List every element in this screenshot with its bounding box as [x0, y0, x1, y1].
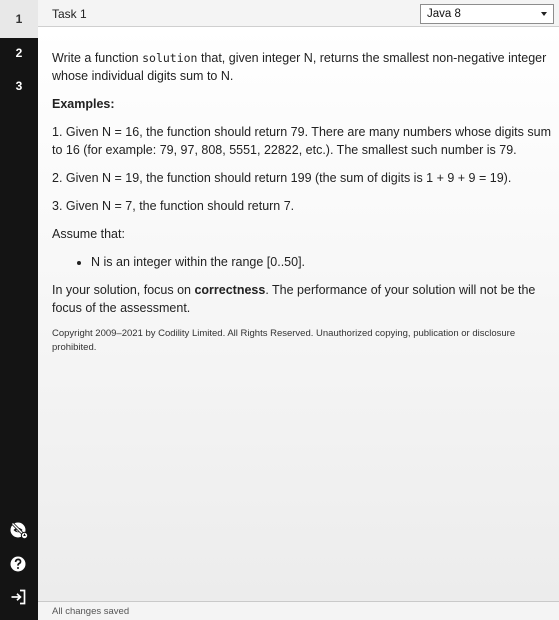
assume-heading: Assume that: — [52, 227, 125, 241]
help-icon[interactable] — [9, 554, 29, 574]
examples-heading: Examples: — [52, 97, 115, 111]
task-tab-1[interactable]: 1 — [0, 0, 38, 38]
task-header: Task 1 Java 8 — [38, 0, 559, 27]
chevron-down-icon — [541, 12, 547, 16]
focus-note: In your solution, focus on correctness. … — [52, 283, 536, 315]
status-bar: All changes saved — [38, 601, 559, 620]
task-tab-3[interactable]: 3 — [0, 77, 38, 95]
assumptions-list: N is an integer within the range [0..50]… — [52, 253, 557, 271]
task-description-panel: Write a function solution that, given in… — [38, 27, 559, 601]
hide-eye-icon[interactable] — [9, 520, 29, 540]
save-status: All changes saved — [52, 606, 130, 617]
example-3: 3. Given N = 7, the function should retu… — [52, 199, 295, 213]
language-select[interactable]: Java 8 — [420, 4, 554, 24]
assumption-item: N is an integer within the range [0..50]… — [91, 253, 557, 271]
task-intro: Write a function solution that, given in… — [52, 51, 547, 83]
sidebar: 1 2 3 — [0, 0, 38, 620]
copyright-notice: Copyright 2009–2021 by Codility Limited.… — [52, 328, 516, 353]
logout-icon[interactable] — [9, 587, 29, 607]
example-1: 1. Given N = 16, the function should ret… — [52, 125, 551, 157]
task-tab-2[interactable]: 2 — [0, 44, 38, 62]
task-description: Write a function solution that, given in… — [52, 49, 557, 365]
task-title: Task 1 — [52, 7, 87, 21]
function-name-code: solution — [142, 51, 198, 65]
example-2: 2. Given N = 19, the function should ret… — [52, 171, 512, 185]
language-select-value: Java 8 — [427, 8, 461, 20]
